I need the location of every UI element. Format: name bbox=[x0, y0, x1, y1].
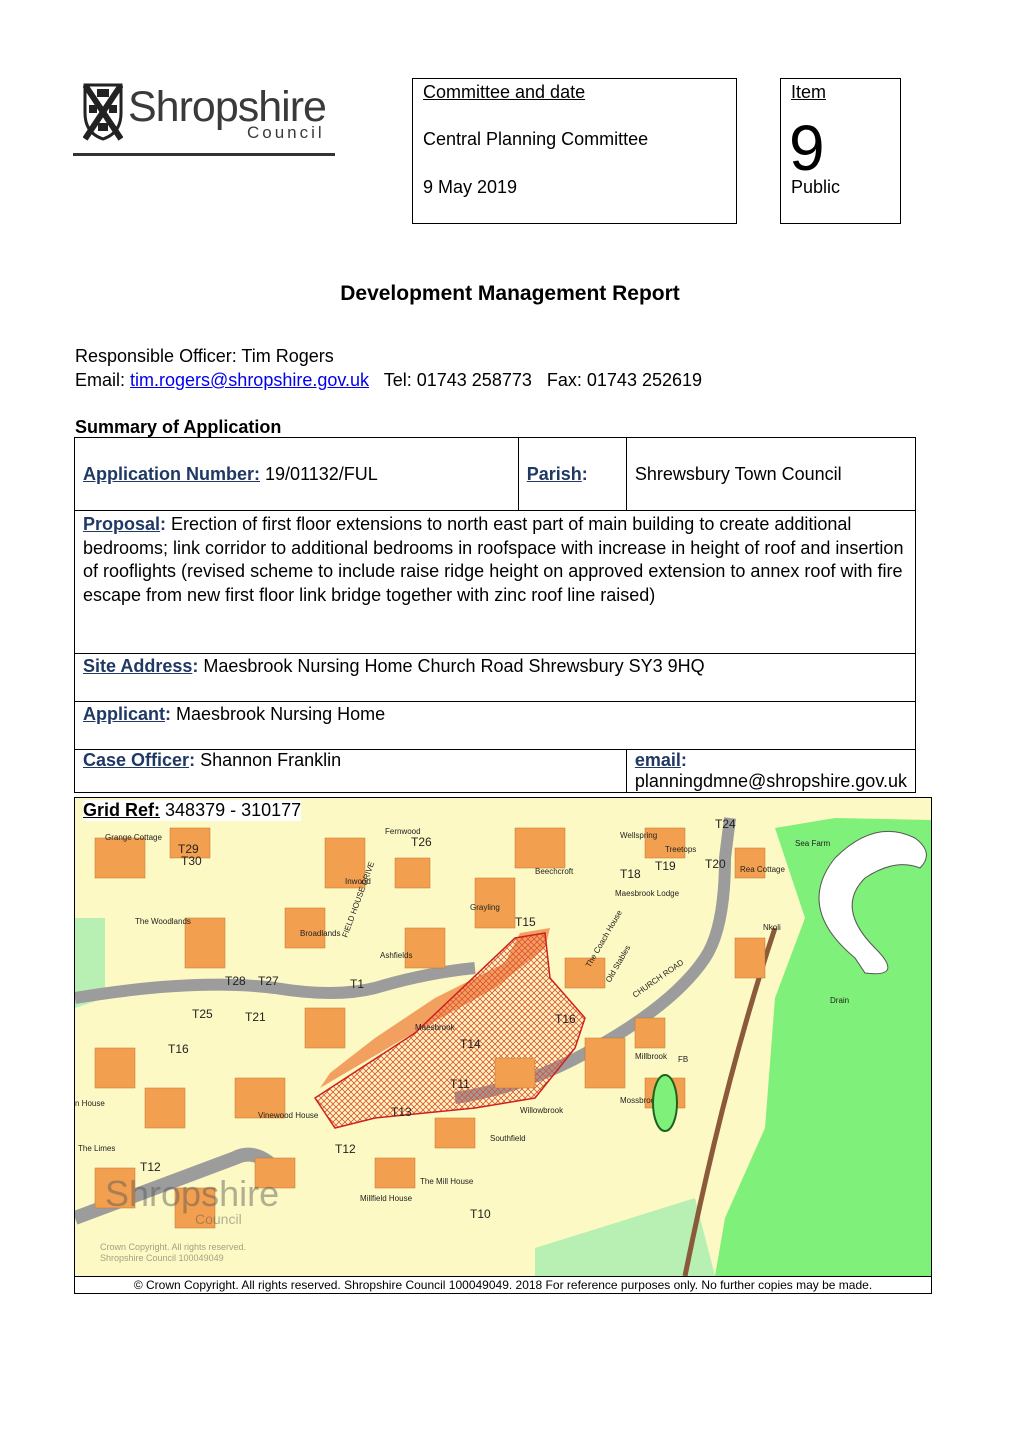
email-label: Email: bbox=[75, 370, 131, 390]
svg-text:The Mill House: The Mill House bbox=[420, 1177, 474, 1186]
svg-text:Treetops: Treetops bbox=[665, 845, 696, 854]
parish-label: Parish bbox=[526, 463, 582, 484]
svg-text:Rea Cottage: Rea Cottage bbox=[740, 865, 785, 874]
site-address-cell: Site Address: Maesbrook Nursing Home Chu… bbox=[74, 653, 916, 702]
svg-text:Shropshire Council 100049049: Shropshire Council 100049049 bbox=[100, 1253, 224, 1263]
case-email-label: email bbox=[634, 750, 681, 770]
svg-text:Millbrook: Millbrook bbox=[635, 1052, 668, 1061]
svg-text:T19: T19 bbox=[655, 859, 676, 873]
proposal-cell: Proposal: Erection of first floor extens… bbox=[74, 510, 916, 654]
proposal-label: Proposal bbox=[83, 514, 161, 534]
grid-ref-label: Grid Ref: bbox=[83, 800, 161, 820]
application-table: Application Number: 19/01132/FUL Parish:… bbox=[74, 437, 917, 793]
council-logo: Shropshire Council bbox=[73, 77, 335, 156]
svg-text:Grange Cottage: Grange Cottage bbox=[105, 833, 162, 842]
svg-text:Beechcroft: Beechcroft bbox=[535, 867, 574, 876]
committee-label: Committee and date bbox=[423, 82, 586, 102]
svg-text:Maesbrook: Maesbrook bbox=[415, 1023, 456, 1032]
svg-text:T21: T21 bbox=[245, 1010, 266, 1024]
report-title: Development Management Report bbox=[340, 282, 680, 305]
svg-text:T28: T28 bbox=[225, 974, 246, 988]
svg-text:T20: T20 bbox=[705, 857, 726, 871]
svg-text:Drain: Drain bbox=[830, 996, 849, 1005]
applicant-cell: Applicant: Maesbrook Nursing Home bbox=[74, 701, 916, 750]
applicant-label: Applicant bbox=[83, 704, 166, 724]
shield-crest-icon bbox=[83, 83, 123, 141]
svg-text:T11: T11 bbox=[450, 1077, 470, 1091]
site-address-label: Site Address bbox=[83, 656, 193, 676]
svg-text:T30: T30 bbox=[181, 854, 202, 868]
grid-ref: Grid Ref: 348379 - 310177 bbox=[83, 800, 302, 821]
svg-text:Millfield House: Millfield House bbox=[360, 1194, 413, 1203]
committee-box: Committee and date Central Planning Comm… bbox=[412, 78, 737, 224]
svg-text:Shropshire: Shropshire bbox=[105, 1173, 279, 1214]
parish-label-cell: Parish: bbox=[517, 437, 627, 511]
committee-name: Central Planning Committee bbox=[423, 129, 649, 149]
svg-text:T26: T26 bbox=[411, 835, 432, 849]
case-email: planningdmne@shropshire.gov.uk bbox=[634, 771, 907, 791]
svg-text:The Woodlands: The Woodlands bbox=[135, 917, 191, 926]
council-sub: Council bbox=[247, 123, 325, 142]
svg-text:Crown Copyright. All rights re: Crown Copyright. All rights reserved. bbox=[100, 1242, 246, 1252]
svg-text:T1: T1 bbox=[350, 977, 364, 991]
officer-email-link[interactable]: tim.rogers@shropshire.gov.uk bbox=[130, 370, 369, 390]
applicant: Maesbrook Nursing Home bbox=[176, 704, 386, 724]
svg-text:FB: FB bbox=[678, 1055, 688, 1064]
svg-text:The Limes: The Limes bbox=[78, 1144, 115, 1153]
tree-group-g1 bbox=[652, 1074, 678, 1132]
item-number: 9 bbox=[789, 112, 825, 184]
svg-text:T10: T10 bbox=[470, 1207, 491, 1221]
svg-text:T25: T25 bbox=[192, 1007, 213, 1021]
svg-text:Council: Council bbox=[195, 1211, 242, 1227]
svg-text:T27: T27 bbox=[258, 974, 279, 988]
map-copyright: © Crown Copyright. All rights reserved. … bbox=[75, 1276, 931, 1293]
map-drawing: Grange CottageFernwood WellspringTreetop… bbox=[75, 798, 931, 1277]
proposal-text: Erection of first floor extensions to no… bbox=[83, 514, 904, 605]
parish-value: Shrewsbury Town Council bbox=[625, 437, 917, 511]
officer-fax: Fax: 01743 252619 bbox=[546, 370, 703, 390]
case-officer: Shannon Franklin bbox=[200, 750, 342, 770]
application-number-cell: Application Number: 19/01132/FUL bbox=[74, 437, 519, 511]
application-number: 19/01132/FUL bbox=[265, 463, 378, 484]
summary-heading: Summary of Application bbox=[75, 417, 282, 437]
site-map: Grid Ref: 348379 - 310177 Grange Cottage… bbox=[74, 797, 932, 1294]
case-officer-cell: Case Officer: Shannon Franklin bbox=[74, 749, 627, 793]
committee-date: 9 May 2019 bbox=[423, 177, 518, 197]
svg-text:Ashfields: Ashfields bbox=[380, 951, 412, 960]
svg-text:T24: T24 bbox=[715, 817, 736, 831]
item-visibility: Public bbox=[791, 177, 841, 197]
responsible-officer: Responsible Officer: Tim Rogers bbox=[75, 346, 334, 366]
item-box: Item 9 Public bbox=[780, 78, 901, 224]
officer-contact: Email: tim.rogers@shropshire.gov.uk Tel:… bbox=[75, 370, 702, 391]
application-number-label: Application Number: bbox=[83, 463, 261, 484]
case-email-cell: email: planningdmne@shropshire.gov.uk bbox=[625, 749, 917, 793]
item-label: Item bbox=[791, 82, 827, 102]
svg-text:T12: T12 bbox=[140, 1160, 161, 1174]
svg-text:n House: n House bbox=[75, 1099, 105, 1108]
svg-text:Broadlands: Broadlands bbox=[300, 929, 340, 938]
svg-text:Willowbrook: Willowbrook bbox=[520, 1106, 564, 1115]
svg-text:T14: T14 bbox=[460, 1037, 481, 1051]
svg-text:T12: T12 bbox=[335, 1142, 356, 1156]
svg-text:T13: T13 bbox=[391, 1105, 412, 1119]
svg-text:Wellspring: Wellspring bbox=[620, 831, 657, 840]
svg-text:T18: T18 bbox=[620, 867, 641, 881]
site-address: Maesbrook Nursing Home Church Road Shrew… bbox=[203, 656, 705, 676]
svg-text:T16: T16 bbox=[168, 1042, 189, 1056]
svg-text:T15: T15 bbox=[515, 915, 536, 929]
officer-tel: Tel: 01743 258773 bbox=[383, 370, 532, 390]
svg-text:Maesbrook Lodge: Maesbrook Lodge bbox=[615, 889, 680, 898]
grid-ref-value: 348379 - 310177 bbox=[165, 800, 302, 820]
svg-text:Sea Farm: Sea Farm bbox=[795, 839, 830, 848]
case-officer-label: Case Officer bbox=[83, 750, 190, 770]
svg-text:Grayling: Grayling bbox=[470, 903, 500, 912]
svg-text:Nkoli: Nkoli bbox=[763, 923, 781, 932]
svg-text:Vinewood House: Vinewood House bbox=[258, 1111, 319, 1120]
svg-text:T16: T16 bbox=[555, 1012, 576, 1026]
svg-text:Southfield: Southfield bbox=[490, 1134, 526, 1143]
